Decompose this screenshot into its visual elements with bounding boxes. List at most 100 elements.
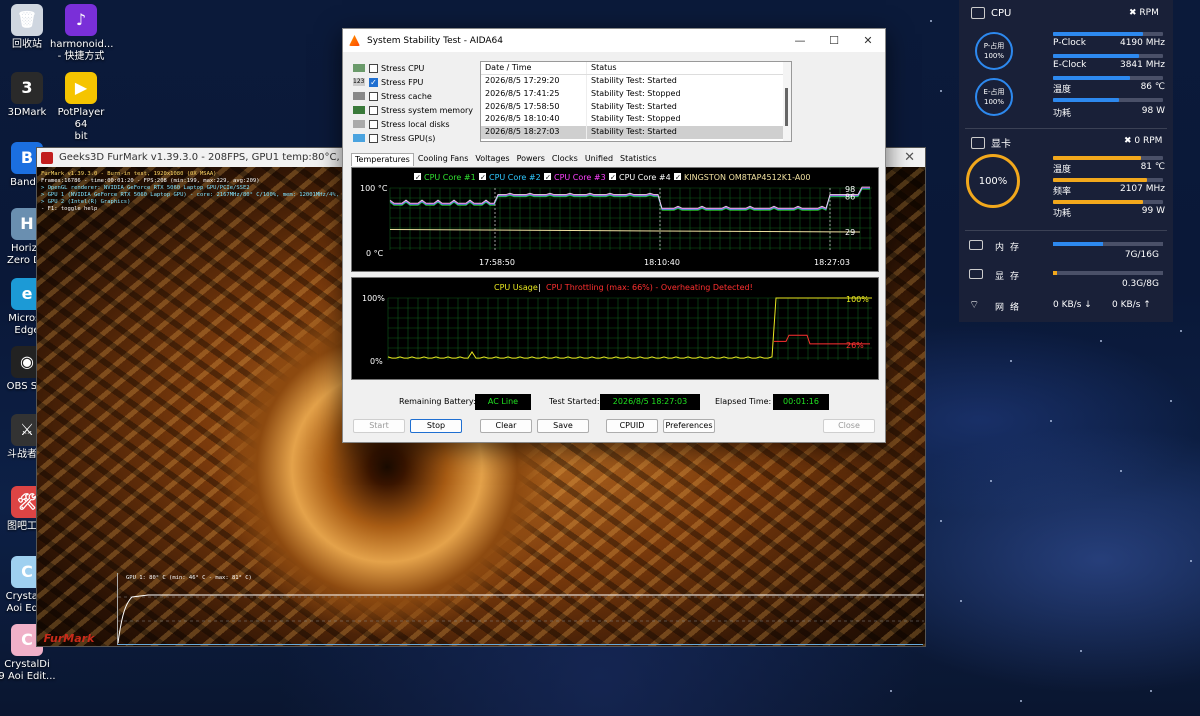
- stress-checkbox[interactable]: [369, 91, 378, 101]
- gpu-ring-text: 100%: [978, 175, 1008, 187]
- sensor-bar-fill: [1053, 200, 1144, 204]
- cpu-section-header: CPU: [971, 7, 1011, 19]
- aida64-window[interactable]: System Stability Test - AIDA64 — ☐ ✕ Str…: [342, 28, 886, 443]
- network-down: 0 KB/s ↓: [1053, 300, 1092, 310]
- star: [940, 520, 942, 522]
- tab-voltages[interactable]: Voltages: [472, 153, 512, 166]
- stress-cache-option[interactable]: Stress cache: [353, 89, 473, 103]
- clear-button[interactable]: Clear: [480, 419, 532, 433]
- stress-memory-option[interactable]: Stress system memory: [353, 103, 473, 117]
- table-row[interactable]: 2026/8/5 17:29:20 Stability Test: Started: [481, 75, 791, 88]
- stress-checkbox[interactable]: [369, 119, 378, 129]
- e-ring-text: E-占用 100%: [983, 88, 1005, 106]
- memory-icon: [353, 106, 365, 114]
- test-started-label: Test Started:: [549, 397, 600, 406]
- gpu-fan-rpm: ✖ 0 RPM: [1124, 136, 1162, 146]
- column-header[interactable]: Date / Time: [481, 62, 587, 74]
- log-time: 2026/8/5 17:58:50: [481, 100, 587, 114]
- event-log-table[interactable]: Date / Time Status 2026/8/5 17:29:20 Stab…: [480, 61, 792, 142]
- y-axis-min-label: 0%: [370, 357, 383, 366]
- log-status: Stability Test: Started: [591, 101, 677, 111]
- cpu-fan-rpm: ✖ RPM: [1129, 8, 1159, 18]
- star: [1050, 420, 1052, 422]
- stress-checkbox[interactable]: [369, 63, 378, 73]
- tab-temperatures[interactable]: Temperatures: [351, 153, 414, 166]
- p-ring-text: P-占用 100%: [983, 42, 1005, 60]
- stress-fpu-option[interactable]: 123 ✓ Stress FPU: [353, 75, 473, 89]
- tab-cooling-fans[interactable]: Cooling Fans: [415, 153, 472, 166]
- table-header: Date / Time Status: [481, 62, 791, 75]
- battery-label: Remaining Battery:: [399, 397, 476, 406]
- sensor-value: 98 W: [1141, 106, 1165, 116]
- tab-statistics[interactable]: Statistics: [617, 153, 660, 166]
- section-divider: [965, 230, 1167, 231]
- preferences-button[interactable]: Preferences: [663, 419, 715, 433]
- battery-value: AC Line: [475, 394, 531, 410]
- x-axis-tick-label: 17:58:50: [479, 258, 515, 267]
- log-scrollbar[interactable]: [783, 62, 791, 141]
- save-button[interactable]: Save: [537, 419, 589, 433]
- legend-entry: KINGSTON OM8TAP4512K1-A00: [684, 173, 811, 182]
- stress-cpu-option[interactable]: Stress CPU: [353, 61, 473, 75]
- elapsed-label: Elapsed Time:: [715, 397, 772, 406]
- cpu-chip-icon: [971, 7, 985, 19]
- furmark-gpu-temp-graph: GPU 1: 80° C (min: 46° C - max: 81° C): [117, 573, 924, 645]
- close-icon[interactable]: ✕: [851, 29, 885, 52]
- furmark-app-icon: [41, 151, 53, 164]
- stress-checkbox-checked[interactable]: ✓: [369, 77, 378, 87]
- sensor-label: P-Clock: [1053, 38, 1086, 48]
- end-value-label: 86: [845, 193, 855, 202]
- stress-checkbox[interactable]: [369, 105, 378, 115]
- table-row[interactable]: 2026/8/5 17:58:50 Stability Test: Started: [481, 100, 791, 114]
- x-axis-tick-label: 18:27:03: [814, 258, 850, 267]
- stress-checkbox[interactable]: [369, 133, 378, 143]
- legend-entry: CPU Core #3: [554, 173, 606, 182]
- vram-value: 0.3G/8G: [1121, 279, 1159, 289]
- start-button[interactable]: Start: [353, 419, 405, 433]
- tab-powers[interactable]: Powers: [514, 153, 548, 166]
- log-status: Stability Test: Stopped: [591, 88, 681, 98]
- stress-label: Stress cache: [381, 91, 432, 101]
- section-divider: [965, 128, 1167, 129]
- legend-entry: CPU Core #4: [619, 173, 671, 182]
- vram-row: 显存 0.3G/8G: [969, 269, 1165, 293]
- close-icon[interactable]: ✕: [904, 150, 915, 165]
- star: [1120, 470, 1122, 472]
- legend-check-mark: ✓: [610, 174, 616, 182]
- desktop-shortcut[interactable]: ▶ PotPlayer 64 bit: [50, 72, 112, 143]
- network-row: ⌔ 网络 0 KB/s ↓ 0 KB/s ↑: [969, 298, 1165, 324]
- fan-icon: ✖: [1124, 136, 1135, 146]
- x-axis-tick-label: 18:10:40: [644, 258, 680, 267]
- cache-icon: [353, 92, 365, 100]
- sensor-bar-fill: [1053, 54, 1139, 58]
- legend-check-mark: ✓: [415, 174, 421, 182]
- table-row[interactable]: 2026/8/5 17:41:25 Stability Test: Stopped: [481, 87, 791, 101]
- log-status: Stability Test: Stopped: [591, 114, 681, 124]
- stress-gpu-option[interactable]: Stress GPU(s): [353, 131, 473, 145]
- column-header[interactable]: Status: [587, 62, 791, 74]
- minimize-icon[interactable]: —: [783, 29, 817, 52]
- aida64-titlebar[interactable]: System Stability Test - AIDA64 — ☐ ✕: [343, 29, 885, 52]
- sensor-label: 频率: [1053, 187, 1072, 197]
- cpuid-button[interactable]: CPUID: [606, 419, 658, 433]
- table-row[interactable]: 2026/8/5 18:10:40 Stability Test: Stopped: [481, 113, 791, 127]
- end-value-label: 29: [845, 228, 855, 237]
- star: [1190, 560, 1192, 562]
- furmark-logo: FurMark: [43, 632, 95, 645]
- sensor-label: 温度: [1053, 85, 1072, 95]
- close-button[interactable]: Close: [823, 419, 875, 433]
- sensor-bar-fill: [1053, 76, 1130, 80]
- sensor-bar-fill: [1053, 156, 1141, 160]
- tab-clocks[interactable]: Clocks: [549, 153, 581, 166]
- desktop-shortcut[interactable]: ♪ harmonoid... - 快捷方式: [50, 4, 113, 63]
- fan-icon: ✖: [1129, 8, 1140, 18]
- fpu-icon: 123: [353, 78, 365, 86]
- table-row-selected[interactable]: 2026/8/5 18:27:03 Stability Test: Started: [481, 126, 791, 139]
- tab-unified[interactable]: Unified: [582, 153, 616, 166]
- maximize-icon[interactable]: ☐: [817, 29, 851, 52]
- cpu-usage-graph: CPU Usage | CPU Throttling (max: 66%) - Ov…: [351, 277, 879, 380]
- stress-disks-option[interactable]: Stress local disks: [353, 117, 473, 131]
- stop-button[interactable]: Stop: [410, 419, 462, 433]
- temperature-chart-svg: ✓ CPU Core #1 ✓ CPU Core #2 ✓ CPU Core #3 ✓ CPU…: [360, 173, 872, 267]
- star: [990, 480, 992, 482]
